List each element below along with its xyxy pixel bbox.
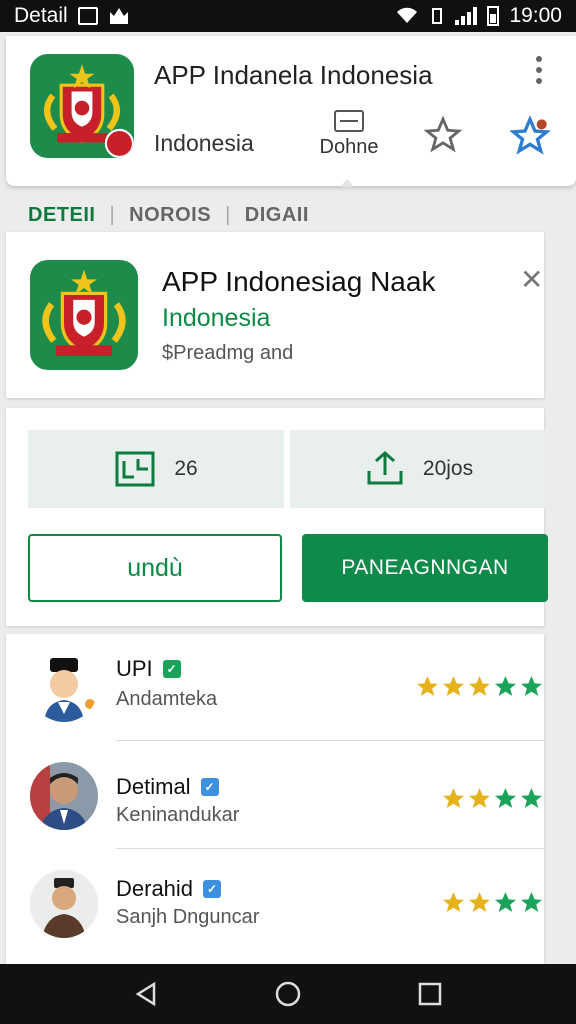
star-icon [495,892,516,912]
verified-badge-icon: ✓ [162,660,181,678]
divider [116,740,544,741]
back-icon[interactable] [132,980,160,1008]
avatar-illustration-icon [30,870,98,938]
tab-bar: DETEII | NOROIS | DIGAII [28,204,309,227]
app-meta: $Preadmg and [162,342,294,364]
reviewer-name: Detimal ✓ [116,774,219,800]
recents-icon[interactable] [416,980,444,1008]
emblem-icon [30,54,134,158]
downloads-stat[interactable]: 26 [28,430,284,508]
tab-news[interactable]: NOROIS [129,204,211,227]
image-icon [77,7,98,25]
app-logo-large[interactable] [30,260,138,370]
review-item[interactable]: UPI ✓ Andamteka [6,634,544,742]
ticket-icon [334,110,364,132]
vibrate-icon [432,8,443,24]
star-favorite-icon[interactable] [510,116,550,156]
reviews-list: UPI ✓ Andamteka Detimal ✓ Keninandukar D… [6,634,544,964]
star-icon [417,676,438,696]
star-icon [495,788,516,808]
app-info-card: APP Indonesiag Naak Indonesia $Preadmg a… [6,232,544,398]
tab-detail[interactable]: DETEII [28,204,95,227]
review-item[interactable]: Derahid ✓ Sanjh Dnguncar [6,848,544,956]
app-subtitle: Indonesia [154,130,254,156]
status-bar: Detail 19:00 [0,0,576,32]
rating-stars [441,890,544,915]
home-icon[interactable] [274,980,302,1008]
avatar [30,762,98,830]
rating-stars [441,786,544,811]
avatar [30,870,98,938]
shares-value: 20jos [422,457,474,480]
star-icon [521,892,542,912]
stats-card: 26 20jos undù PANEAGNNGAN [6,408,548,626]
reviewer-name-text: Detimal [116,774,191,799]
star-icon [521,788,542,808]
reviewer-name-text: UPI [116,656,153,681]
status-time: 19:00 [509,4,562,27]
avatar-cartoon-icon [30,654,98,722]
wifi-icon [397,7,418,23]
donate-label: Dohne [319,136,379,158]
more-options-icon[interactable] [534,56,544,90]
downloads-value: 26 [174,457,198,480]
reviewer-name-text: Derahid [116,876,194,901]
primary-button[interactable]: PANEAGNNGAN [302,534,548,602]
verified-badge-icon: ✓ [200,778,219,796]
notification-icon [109,8,128,24]
status-title: Detail [14,4,68,27]
signal-icon [455,7,478,25]
star-outline-icon[interactable] [424,116,462,154]
shares-stat[interactable]: 20jos [290,430,546,508]
verified-badge-icon: ✓ [203,880,222,898]
reviewer-name: UPI ✓ [116,656,181,682]
navigation-bar [0,964,576,1024]
star-icon [469,676,490,696]
battery-icon [487,6,500,26]
tab-separator: | [225,204,231,226]
reviewer-location: Andamteka [116,688,218,710]
reviewer-name: Derahid ✓ [116,876,222,902]
avatar-photo-icon [30,762,98,830]
share-icon [367,450,403,485]
divider [116,848,544,849]
reviewer-location: Sanjh Dnguncar [116,906,260,928]
tab-separator: | [109,204,116,226]
star-icon [495,676,516,696]
app-logo[interactable] [30,54,134,158]
top-app-card: APP Indanela Indonesia Indonesia Dohne [6,36,576,187]
star-icon [469,788,490,808]
app-title: APP Indanela Indonesia [154,60,433,90]
star-icon [469,892,490,912]
avatar [30,654,98,722]
star-icon [443,788,464,808]
star-icon [521,676,542,696]
reviewer-location: Keninandukar [116,804,240,826]
app-title: APP Indonesiag Naak [162,266,436,297]
donate-button[interactable]: Dohne [314,110,384,159]
close-icon[interactable]: ✕ [520,266,543,294]
caret-icon [340,179,354,187]
rating-stars [415,674,544,699]
star-icon [443,892,464,912]
app-developer[interactable]: Indonesia [162,304,270,333]
star-icon [443,676,464,696]
emblem-icon [30,261,138,369]
tab-digital[interactable]: DIGAII [245,204,309,227]
chart-icon [115,451,155,487]
review-item[interactable]: Detimal ✓ Keninandukar [6,740,544,848]
secondary-button[interactable]: undù [28,534,282,602]
